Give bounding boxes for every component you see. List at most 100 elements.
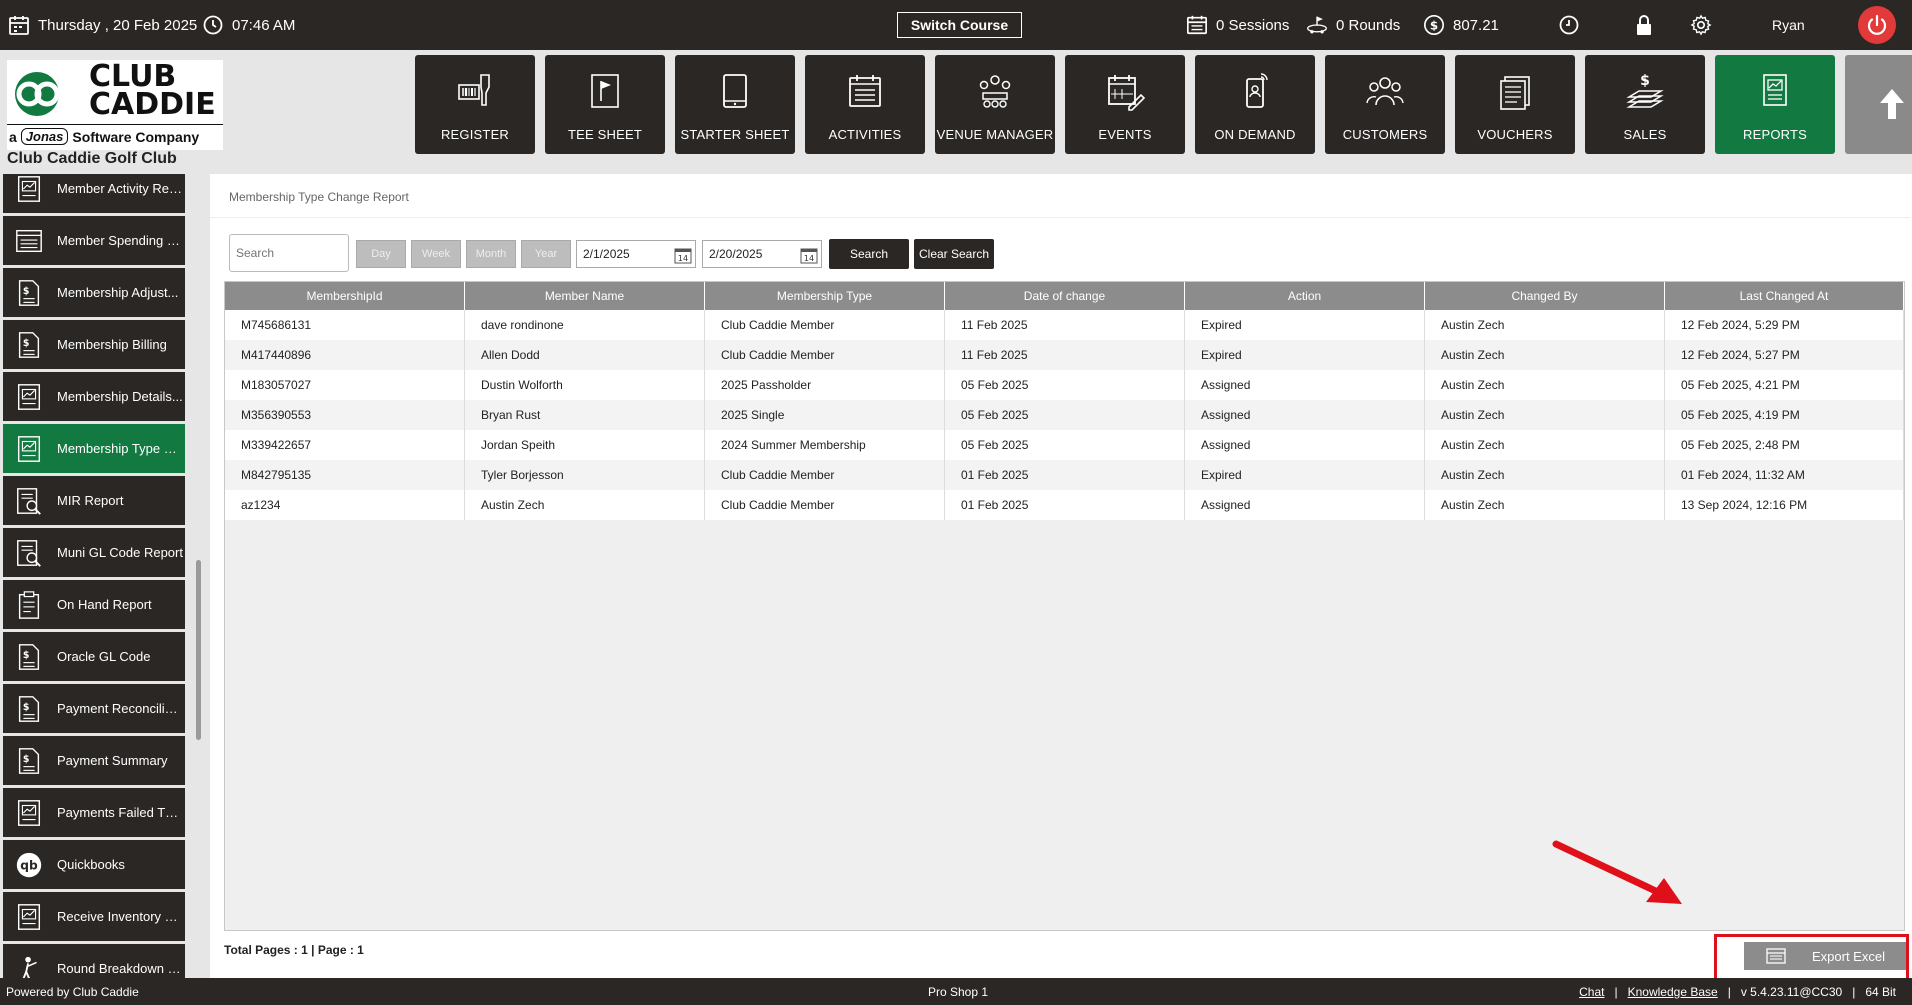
table-cell: M183057027 [225,370,465,400]
sidebar-item[interactable]: Membership Type C... [3,424,185,473]
reports-sidebar: Member Activity Rep... Member Spending R.… [0,174,188,978]
day-button[interactable]: Day [356,240,406,268]
svg-text:14: 14 [678,254,688,263]
sidebar-item[interactable]: $ Membership Adjust... [3,268,185,317]
column-header[interactable]: MembershipId [225,282,465,310]
sidebar-item[interactable]: $ Payment Reconciliati... [3,684,185,733]
module-tile-reports[interactable]: REPORTS [1715,55,1835,154]
column-header[interactable]: Last Changed At [1665,282,1904,310]
report-icon [1755,71,1795,111]
sales-icon: $ [1625,71,1665,111]
sidebar-item[interactable]: On Hand Report [3,580,185,629]
module-tile-label: CUSTOMERS [1342,127,1428,142]
calendar-picker-icon[interactable]: 14 [674,246,692,264]
date-to-value: 2/20/2025 [709,247,763,261]
dollar-doc-icon: $ [13,277,45,309]
bits-text: 64 Bit [1865,985,1896,999]
dollar-circle-icon: $ [1423,14,1445,36]
sidebar-item[interactable]: $ Membership Billing [3,320,185,369]
module-tile-activities[interactable]: ACTIVITIES [805,55,925,154]
sessions-indicator[interactable]: 0 Sessions [1186,0,1289,50]
table-cell: 01 Feb 2025 [945,490,1185,520]
sidebar-item[interactable]: $ Payment Summary [3,736,185,785]
search-button[interactable]: Search [829,239,909,269]
list-doc-icon [13,225,45,257]
powered-by-text: Powered by Club Caddie [6,985,139,999]
search-input[interactable] [229,234,349,272]
table-cell: M417440896 [225,340,465,370]
sidebar-item[interactable]: Round Breakdown R... [3,944,185,978]
table-row[interactable]: az1234 Austin Zech Club Caddie Member 01 Fe… [225,490,1904,520]
module-tile-tee-sheet[interactable]: TEE SHEET [545,55,665,154]
sidebar-item[interactable]: Receive Inventory Re... [3,892,185,941]
column-header[interactable]: Member Name [465,282,705,310]
user-name[interactable]: Ryan [1772,0,1805,50]
table-row[interactable]: M183057027 Dustin Wolforth 2025 Passholder… [225,370,1904,400]
module-tile-vouchers[interactable]: VOUCHERS [1455,55,1575,154]
table-row[interactable]: M356390553 Bryan Rust 2025 Single 05 Feb 20… [225,400,1904,430]
sidebar-item[interactable]: Muni GL Code Report [3,528,185,577]
module-tile-venue-manager[interactable]: VENUE MANAGER [935,55,1055,154]
year-button[interactable]: Year [521,240,571,268]
pagination-info: Total Pages : 1 | Page : 1 [224,943,364,957]
column-header[interactable]: Changed By [1425,282,1665,310]
settings-button[interactable] [1690,0,1712,50]
chat-link[interactable]: Chat [1579,985,1604,999]
column-header[interactable]: Action [1185,282,1425,310]
svg-text:qb: qb [20,858,38,872]
column-header[interactable]: Membership Type [705,282,945,310]
lock-button[interactable] [1633,0,1655,50]
date-from-value: 2/1/2025 [583,247,630,261]
sidebar-item[interactable]: qb Quickbooks [3,840,185,889]
table-row[interactable]: M417440896 Allen Dodd Club Caddie Member 11… [225,340,1904,370]
switch-course-button[interactable]: Switch Course [897,12,1022,38]
month-button[interactable]: Month [466,240,516,268]
sidebar-item-label: Member Spending R... [57,233,183,248]
logo-line-2: CADDIE [89,87,216,122]
dollar-doc-icon: $ [13,693,45,725]
knowledge-base-link[interactable]: Knowledge Base [1628,985,1718,999]
module-tile-label: ACTIVITIES [828,127,902,142]
module-tile-starter-sheet[interactable]: STARTER SHEET [675,55,795,154]
sidebar-item[interactable]: Payments Failed Thr... [3,788,185,837]
sidebar-item[interactable]: Membership Details... [3,372,185,421]
module-tile-on-demand[interactable]: ON DEMAND [1195,55,1315,154]
sidebar-scrollbar[interactable] [196,560,201,740]
table-cell: 01 Feb 2025 [945,460,1185,490]
date-to-field[interactable]: 2/20/2025 14 [702,240,822,268]
rounds-indicator[interactable]: 0 Rounds [1306,0,1400,50]
report-title: Membership Type Change Report [229,190,409,204]
sidebar-item[interactable]: Member Spending R... [3,216,185,265]
table-row[interactable]: M842795135 Tyler Borjesson Club Caddie Mem… [225,460,1904,490]
sidebar-item-label: Receive Inventory Re... [57,909,183,924]
svg-text:$: $ [23,285,30,296]
table-cell: Assigned [1185,400,1425,430]
table-row[interactable]: M339422657 Jordan Speith 2024 Summer Membe… [225,430,1904,460]
sidebar-item[interactable]: Member Activity Rep... [3,174,185,213]
balance-indicator[interactable]: $ 807.21 [1423,0,1499,50]
svg-text:$: $ [23,701,30,712]
table-cell: 13 Sep 2024, 12:16 PM [1665,490,1904,520]
clear-search-button[interactable]: Clear Search [914,239,994,269]
calendar-picker-icon[interactable]: 14 [800,246,818,264]
table-cell: M356390553 [225,400,465,430]
sidebar-item[interactable]: MIR Report [3,476,185,525]
date-from-field[interactable]: 2/1/2025 14 [576,240,696,268]
column-header[interactable]: Date of change [945,282,1185,310]
table-cell: dave rondinone [465,310,705,340]
module-tile-events[interactable]: EVENTS [1065,55,1185,154]
module-tile-register[interactable]: REGISTER [415,55,535,154]
module-tile-customers[interactable]: CUSTOMERS [1325,55,1445,154]
history-button[interactable] [1558,0,1580,50]
week-button[interactable]: Week [411,240,461,268]
chart-doc-icon [13,797,45,829]
table-cell: Austin Zech [1425,400,1665,430]
jonas-brand: Jonas [20,128,69,145]
table-row[interactable]: M745686131 dave rondinone Club Caddie Memb… [225,310,1904,340]
logout-button[interactable] [1858,6,1896,44]
scroll-up-button[interactable] [1845,55,1912,154]
sidebar-item[interactable]: $ Oracle GL Code [3,632,185,681]
module-tile-sales[interactable]: $ SALES [1585,55,1705,154]
sidebar-item-label: Oracle GL Code [57,649,151,664]
module-tile-label: SALES [1623,127,1667,142]
